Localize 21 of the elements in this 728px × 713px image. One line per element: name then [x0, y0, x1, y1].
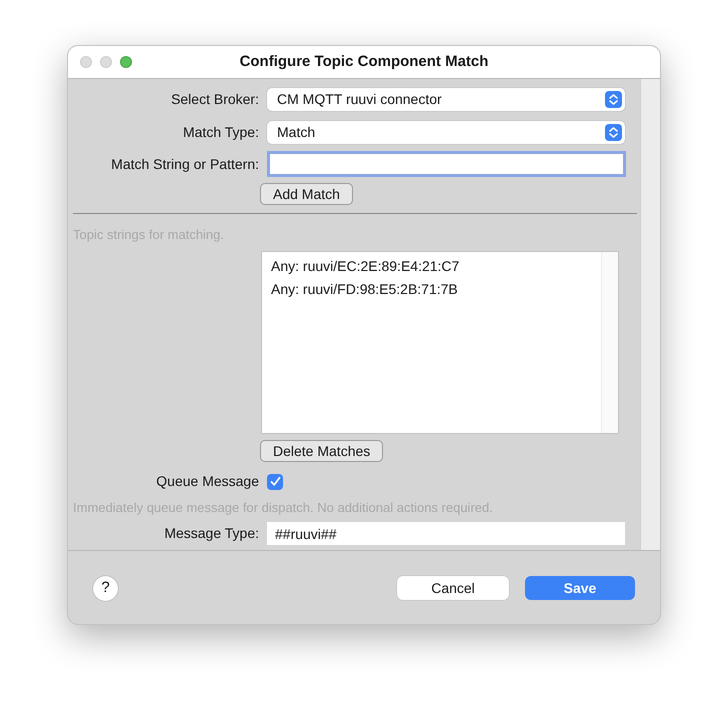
help-button[interactable]: ? [93, 576, 118, 600]
match-type-select[interactable]: Match [267, 120, 625, 144]
field-label: Message Type: [163, 524, 259, 543]
stepper-icon [605, 124, 622, 140]
match-string-field[interactable] [267, 151, 626, 177]
save-button[interactable]: Save [525, 576, 635, 600]
checkmark-icon [270, 476, 280, 487]
window-title: Configure Topic Component Match [240, 52, 488, 72]
field-label: Match String or Pattern: [110, 154, 259, 174]
field-label: Match Type: [182, 122, 259, 142]
queue-checkbox[interactable] [267, 474, 283, 490]
message-type-field[interactable]: ##ruuvi## [267, 522, 625, 545]
cancel-button[interactable]: Cancel [397, 576, 509, 600]
broker-select[interactable]: CM MQTT ruuvi connector [267, 88, 625, 110]
match-list-item[interactable]: Any: ruuvi/FD:98:E5:2B:71:7B [262, 278, 601, 300]
match-list-item[interactable]: Any: ruuvi/EC:2E:89:E4:21:C7 [262, 254, 601, 278]
delete-matches-button[interactable]: Delete Matches [260, 440, 384, 462]
add-match-button[interactable]: Add Match [260, 183, 353, 205]
field-label: Select Broker: [170, 90, 259, 108]
stepper-icon [605, 90, 622, 108]
field-label: Queue Message [155, 472, 259, 491]
